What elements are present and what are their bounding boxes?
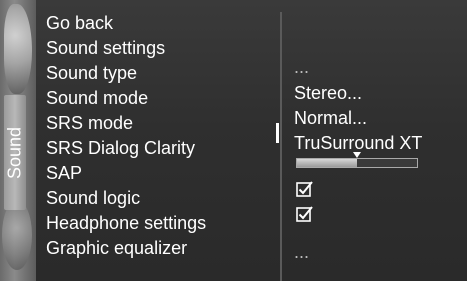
value-headphone-settings: ...	[294, 242, 310, 262]
checkbox-checked-icon[interactable]	[296, 205, 314, 223]
value-graphic-equalizer: ...	[294, 267, 310, 281]
menu-item-graphic-equalizer[interactable]: Graphic equalizer	[46, 237, 187, 259]
checkbox-checked-icon[interactable]	[296, 180, 314, 198]
tab-sound[interactable]: Sound	[4, 95, 26, 210]
photo-decoration	[4, 4, 32, 94]
value-sound-settings: ...	[294, 57, 310, 77]
slider-fill	[297, 159, 357, 167]
menu-item-srs-mode[interactable]: SRS mode	[46, 112, 133, 134]
selection-indicator	[276, 123, 279, 143]
value-sound-mode[interactable]: Normal...	[294, 107, 367, 129]
menu-item-sap[interactable]: SAP	[46, 162, 82, 184]
value-sound-type[interactable]: Stereo...	[294, 82, 362, 104]
menu-item-sound-mode[interactable]: Sound mode	[46, 87, 148, 109]
sound-menu-panel: Go back Sound settings Sound type Sound …	[36, 12, 282, 281]
menu-item-headphone-settings[interactable]: Headphone settings	[46, 212, 206, 234]
value-srs-mode[interactable]: TruSurround XT	[294, 132, 422, 154]
photo-decoration	[2, 200, 32, 270]
menu-item-srs-dialog-clarity[interactable]: SRS Dialog Clarity	[46, 137, 195, 159]
menu-item-sound-logic[interactable]: Sound logic	[46, 187, 140, 209]
srs-dialog-clarity-slider[interactable]	[296, 152, 418, 168]
menu-item-go-back[interactable]: Go back	[46, 12, 113, 34]
menu-item-sound-settings[interactable]: Sound settings	[46, 37, 165, 59]
triangle-down-icon[interactable]	[353, 152, 361, 158]
menu-item-sound-type[interactable]: Sound type	[46, 62, 137, 84]
sound-menu-screen: Sound Go back Sound settings Sound type …	[0, 0, 467, 281]
tab-sound-label: Sound	[4, 126, 25, 179]
value-panel: ... Stereo... Normal... TruSurround XT .…	[282, 12, 467, 281]
